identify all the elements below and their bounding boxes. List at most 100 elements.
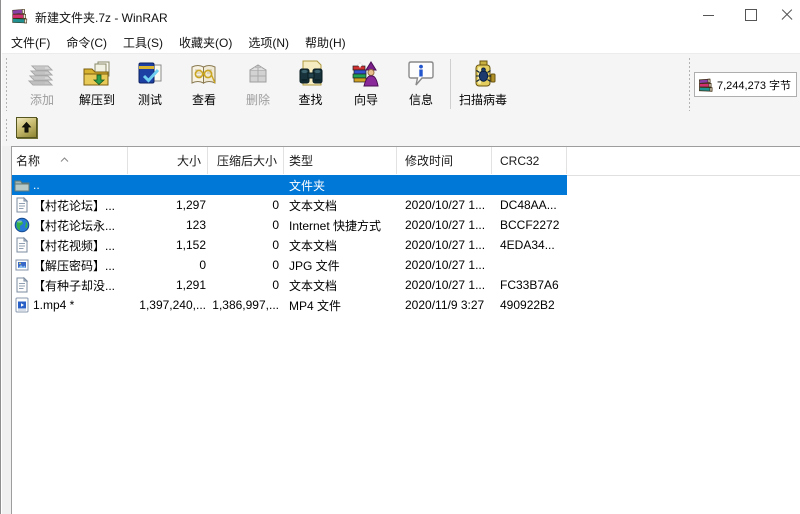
table-row[interactable]: 【村花论坛永...1230Internet 快捷方式2020/10/27 1..… <box>12 215 800 235</box>
maximize-icon <box>745 9 757 21</box>
info-icon <box>404 57 438 90</box>
toolbar-button-label: 查看 <box>192 91 216 108</box>
folder-icon <box>14 177 30 193</box>
test-icon <box>133 57 167 90</box>
cell-modified: 2020/10/27 1... <box>405 275 497 295</box>
cell-crc: FC33B7A6 <box>500 275 570 295</box>
cell-modified: 2020/10/27 1... <box>405 195 497 215</box>
toolbar-button-5[interactable]: 查找 <box>284 57 337 112</box>
cell-name: 【有种子却没... <box>33 275 129 295</box>
toolbar-button-2[interactable]: 测试 <box>124 57 176 112</box>
cell-crc: 4EDA34... <box>500 235 570 255</box>
toolbar-button-4[interactable]: 删除 <box>232 57 284 112</box>
column-header-packed[interactable]: 压缩后大小 <box>208 147 284 174</box>
wizard-icon <box>349 57 383 90</box>
cell-crc <box>500 175 570 195</box>
up-arrow-icon <box>19 120 34 135</box>
table-row[interactable]: 【解压密码】...00JPG 文件2020/10/27 1... <box>12 255 800 275</box>
maximize-button[interactable] <box>729 0 772 30</box>
minimize-icon <box>703 15 714 16</box>
title-bar: 新建文件夹.7z - WinRAR <box>1 0 800 32</box>
toolbar-button-8[interactable]: 扫描病毒 <box>454 57 512 112</box>
mp4-file-icon <box>14 297 30 313</box>
toolbar-button-label: 向导 <box>354 91 378 108</box>
column-header-modified[interactable]: 修改时间 <box>397 147 492 174</box>
cell-crc: BCCF2272 <box>500 215 570 235</box>
toolbar-drag-handle[interactable] <box>5 57 8 111</box>
table-row[interactable]: 【村花论坛】...1,2970文本文档2020/10/27 1...DC48AA… <box>12 195 800 215</box>
add-icon <box>25 57 59 90</box>
toolbar-button-1[interactable]: 解压到 <box>71 57 123 112</box>
up-directory-button[interactable] <box>16 117 37 138</box>
toolbar-button-3[interactable]: 查看 <box>178 57 230 112</box>
menu-bar: 文件(F)命令(C)工具(S)收藏夹(O)选项(N)帮助(H) <box>3 32 799 53</box>
cell-type: Internet 快捷方式 <box>289 215 401 235</box>
cell-size: 1,297 <box>118 195 206 215</box>
table-row[interactable]: ..文件夹 <box>12 175 800 195</box>
find-icon <box>294 57 328 90</box>
window-title: 新建文件夹.7z - WinRAR <box>35 9 168 26</box>
column-header-type[interactable]: 类型 <box>284 147 397 174</box>
cell-size: 0 <box>118 255 206 275</box>
table-row[interactable]: 1.mp4 *1,397,240,...1,386,997,...MP4 文件2… <box>12 295 800 315</box>
cell-size: 1,291 <box>118 275 206 295</box>
cell-type: 文本文档 <box>289 195 401 215</box>
menu-item-3[interactable]: 收藏夹(O) <box>171 32 240 53</box>
toolbar-button-6[interactable]: 向导 <box>339 57 393 112</box>
toolbar-button-label: 测试 <box>138 91 162 108</box>
cell-modified: 2020/11/9 3:27 <box>405 295 497 315</box>
toolbar: 7,244,273 字节 添加 解压到 测试 查看 删除 查找 向导信息扫描病毒 <box>2 53 800 114</box>
toolbar-button-label: 添加 <box>30 91 54 108</box>
file-list-panel: 名称大小压缩后大小类型修改时间CRC32 ..文件夹【村花论坛】...1,297… <box>11 146 800 514</box>
winrar-archive-icon <box>698 77 714 93</box>
archive-size-box: 7,244,273 字节 <box>694 72 797 97</box>
cell-type: 文本文档 <box>289 275 401 295</box>
cell-packed: 0 <box>208 195 279 215</box>
view-icon <box>187 57 221 90</box>
cell-packed: 0 <box>208 255 279 275</box>
text-file-icon <box>14 237 30 253</box>
cell-type: MP4 文件 <box>289 295 401 315</box>
cell-packed: 0 <box>208 215 279 235</box>
close-button[interactable] <box>771 0 800 30</box>
scan-virus-icon <box>466 57 500 90</box>
internet-shortcut-icon <box>14 217 30 233</box>
addressbar-drag-handle[interactable] <box>5 118 8 142</box>
column-header-name[interactable]: 名称 <box>12 147 128 174</box>
window-frame-strip <box>2 146 11 514</box>
cell-name: 1.mp4 * <box>33 295 129 315</box>
cell-type: 文本文档 <box>289 235 401 255</box>
delete-icon <box>241 57 275 90</box>
jpg-file-icon <box>14 257 30 273</box>
table-row[interactable]: 【村花视频】...1,1520文本文档2020/10/27 1...4EDA34… <box>12 235 800 255</box>
menu-item-5[interactable]: 帮助(H) <box>297 32 354 53</box>
column-header-size[interactable]: 大小 <box>128 147 208 174</box>
cell-name: 【村花视频】... <box>33 235 129 255</box>
cell-name: 【解压密码】... <box>33 255 129 275</box>
menu-item-0[interactable]: 文件(F) <box>3 32 58 53</box>
table-row[interactable]: 【有种子却没...1,2910文本文档2020/10/27 1...FC33B7… <box>12 275 800 295</box>
text-file-icon <box>14 197 30 213</box>
toolbar-button-label: 删除 <box>246 91 270 108</box>
toolbar-button-7[interactable]: 信息 <box>395 57 447 112</box>
cell-size: 1,152 <box>118 235 206 255</box>
cell-packed <box>208 175 279 195</box>
cell-type: JPG 文件 <box>289 255 401 275</box>
cell-crc <box>500 255 570 275</box>
winrar-window: 新建文件夹.7z - WinRAR 文件(F)命令(C)工具(S)收藏夹(O)选… <box>0 0 800 514</box>
toolbar-button-0[interactable]: 添加 <box>16 57 68 112</box>
cell-size <box>118 175 206 195</box>
toolbar-button-label: 查找 <box>298 91 322 108</box>
cell-packed: 1,386,997,... <box>208 295 279 315</box>
toolbar-button-label: 解压到 <box>79 91 115 108</box>
minimize-button[interactable] <box>687 0 730 30</box>
column-header-crc[interactable]: CRC32 <box>492 147 567 174</box>
cell-name: 【村花论坛永... <box>33 215 129 235</box>
cell-name: .. <box>33 175 129 195</box>
close-icon <box>780 9 792 21</box>
toolbar-button-label: 扫描病毒 <box>459 91 507 108</box>
menu-item-4[interactable]: 选项(N) <box>240 32 297 53</box>
menu-item-2[interactable]: 工具(S) <box>115 32 171 53</box>
menu-item-1[interactable]: 命令(C) <box>58 32 115 53</box>
sizebox-drag-handle[interactable] <box>688 57 691 111</box>
